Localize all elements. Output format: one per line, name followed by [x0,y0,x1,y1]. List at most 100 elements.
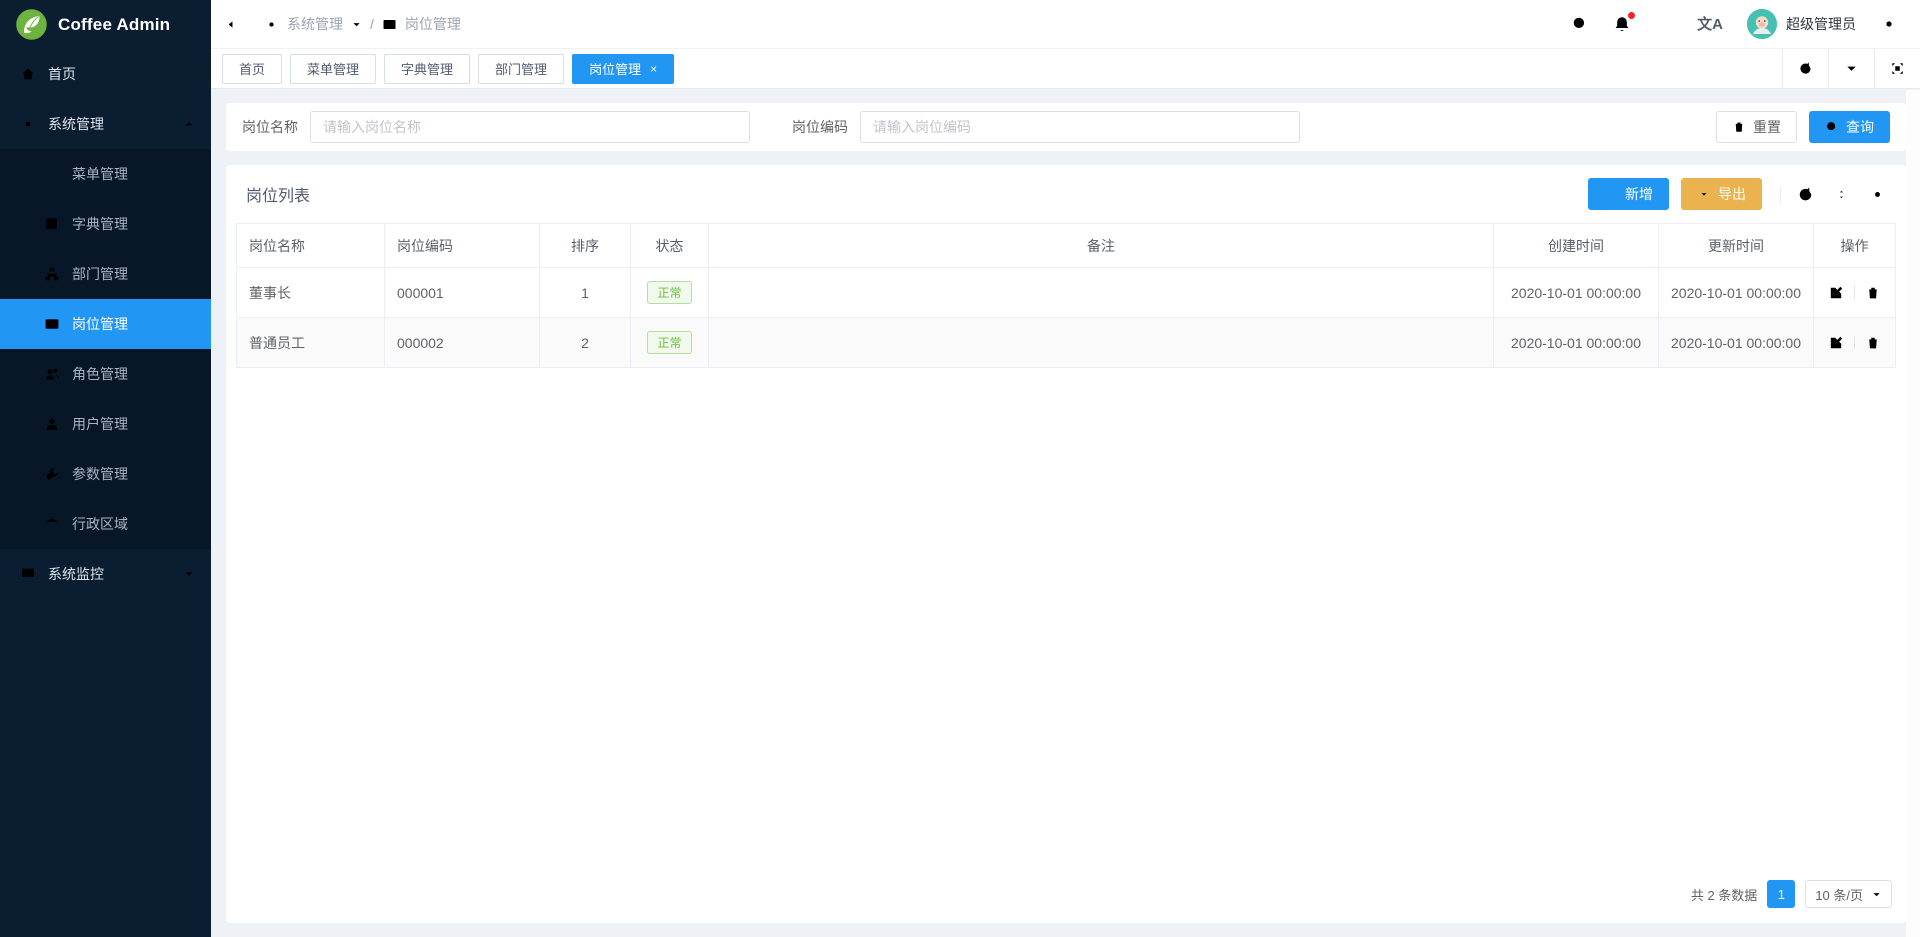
post-table: 岗位名称 岗位编码 排序 状态 备注 创建时间 更新时间 操作 董事长 [236,223,1896,368]
delete-trash-icon[interactable] [1865,335,1881,351]
org-chart-icon [44,266,60,282]
chevron-up-icon [183,118,195,130]
search-icon[interactable] [1571,15,1589,33]
gear-icon [264,17,279,32]
user-menu[interactable]: 超级管理员 [1747,9,1856,39]
page-1-button[interactable]: 1 [1767,880,1795,908]
cell-post-name: 普通员工 [237,318,385,368]
tab-menu-management[interactable]: 菜单管理 [290,54,376,84]
page-size-select[interactable]: 10 条/页 [1805,880,1892,908]
sidebar-item-role-management[interactable]: 角色管理 [0,349,211,399]
app-root: Coffee Admin 首页 系统管理 菜单管理 字典管理 [0,0,1920,937]
add-button[interactable]: 新增 [1588,178,1669,210]
brand-logo[interactable]: Coffee Admin [0,0,211,49]
sidebar-item-menu-management[interactable]: 菜单管理 [0,149,211,199]
tab-dictionary-management[interactable]: 字典管理 [384,54,470,84]
refresh-tab-button[interactable] [1782,49,1828,88]
sidebar-item-parameter-management[interactable]: 参数管理 [0,449,211,499]
tab-options-button[interactable] [1828,49,1874,88]
export-button[interactable]: 导出 [1681,178,1762,210]
cell-actions [1814,268,1896,318]
breadcrumb-parent[interactable]: 系统管理 [287,14,343,34]
pagination-total: 共 2 条数据 [1691,885,1757,904]
notifications-button[interactable] [1613,15,1631,33]
chevron-down-icon [1844,61,1859,76]
cell-post-code: 000002 [385,318,540,368]
table-toolbar: 新增 导出 [1588,178,1886,210]
tab-label: 字典管理 [401,59,453,78]
query-button[interactable]: 查询 [1809,111,1890,143]
topbar-actions: 文A 超级管理员 [1571,9,1898,39]
sidebar-item-dictionary-management[interactable]: 字典管理 [0,199,211,249]
settings-gear-icon[interactable] [1880,15,1898,33]
reset-button[interactable]: 重置 [1716,111,1797,143]
brand-title: Coffee Admin [58,15,170,35]
translate-icon[interactable]: 文A [1697,17,1723,32]
id-badge-icon [44,316,60,332]
maximize-icon [1890,61,1905,76]
post-name-label: 岗位名称 [242,117,298,137]
home-icon [20,66,36,82]
search-icon [1825,120,1839,134]
menu-list-icon [44,166,60,182]
close-icon[interactable]: × [650,63,657,75]
plus-icon [1604,187,1618,201]
tab-department-management[interactable]: 部门管理 [478,54,564,84]
monitor-icon [20,566,36,582]
cell-sort: 2 [540,318,631,368]
scrollbar-track[interactable] [1906,90,1920,937]
column-header-updated: 更新时间 [1659,224,1814,268]
refresh-icon[interactable] [1797,186,1814,203]
delete-trash-icon[interactable] [1865,285,1881,301]
sidebar-item-user-management[interactable]: 用户管理 [0,399,211,449]
sidebar-item-administrative-region[interactable]: 行政区域 [0,499,211,549]
column-settings-gear-icon[interactable] [1869,186,1886,203]
sidebar-item-home[interactable]: 首页 [0,49,211,99]
maximize-content-button[interactable] [1874,49,1920,88]
edit-icon[interactable] [1828,335,1844,351]
row-height-icon[interactable] [1833,186,1850,203]
avatar[interactable] [1747,9,1777,39]
post-code-label: 岗位编码 [792,117,848,137]
download-icon [1697,187,1711,201]
tab-home[interactable]: 首页 [222,54,282,84]
tab-label: 部门管理 [495,59,547,78]
refresh-icon [1798,61,1813,76]
status-badge: 正常 [647,331,691,354]
gear-icon [20,116,36,132]
collapse-sidebar-icon[interactable] [227,15,246,34]
sidebar-item-department-management[interactable]: 部门管理 [0,249,211,299]
spring-leaf-icon [15,8,48,41]
tab-label: 首页 [239,59,265,78]
column-header-created: 创建时间 [1494,224,1659,268]
column-header-status: 状态 [631,224,709,268]
edit-icon[interactable] [1828,285,1844,301]
dictionary-icon [44,216,60,232]
add-button-label: 新增 [1625,184,1653,204]
sidebar-item-label: 字典管理 [72,214,128,234]
tab-post-management[interactable]: 岗位管理 × [572,54,674,84]
sidebar-item-system-management[interactable]: 系统管理 [0,99,211,149]
sidebar-item-label: 菜单管理 [72,164,128,184]
wrench-icon [44,466,60,482]
sidebar: Coffee Admin 首页 系统管理 菜单管理 字典管理 [0,0,211,937]
table-tools [1780,186,1886,203]
table-header-row: 岗位名称 岗位编码 排序 状态 备注 创建时间 更新时间 操作 [237,224,1896,268]
post-name-input[interactable] [310,111,750,143]
breadcrumb-current: 岗位管理 [405,14,461,34]
divider [1854,336,1855,349]
sidebar-item-label: 首页 [48,64,76,84]
breadcrumb-separator: / [370,16,374,32]
sidebar-item-post-management[interactable]: 岗位管理 [0,299,211,349]
fullscreen-icon[interactable] [1655,15,1673,33]
cell-remark [709,318,1494,368]
sidebar-submenu-system: 菜单管理 字典管理 部门管理 岗位管理 角色管理 [0,149,211,549]
cell-status: 正常 [631,318,709,368]
chevron-down-icon[interactable] [351,19,362,30]
notification-dot [1628,12,1635,19]
sidebar-item-label: 用户管理 [72,414,128,434]
sidebar-item-system-monitor[interactable]: 系统监控 [0,549,211,599]
post-code-input[interactable] [860,111,1300,143]
card-title: 岗位列表 [246,182,310,206]
post-name-field-group: 岗位名称 [242,111,750,143]
